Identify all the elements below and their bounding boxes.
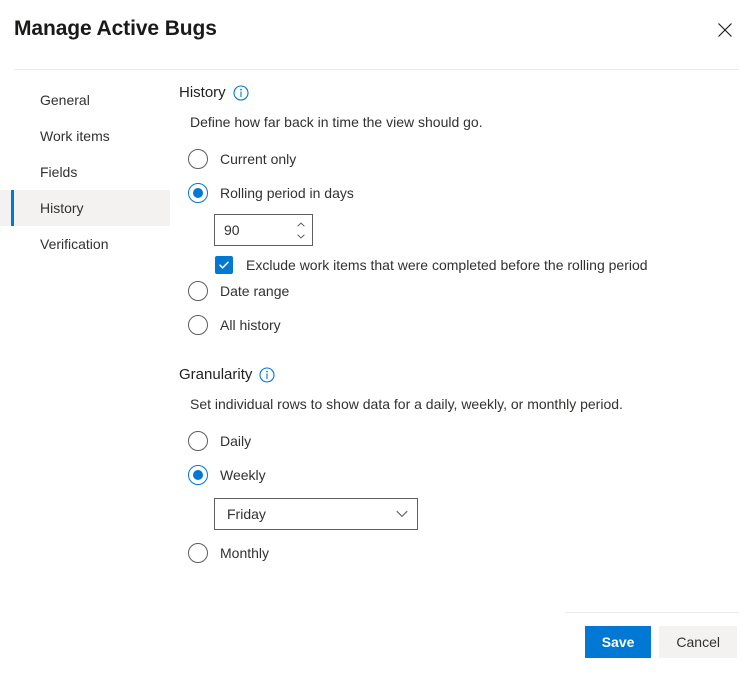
radio-label: Rolling period in days: [220, 185, 354, 201]
sidebar-item-label: General: [40, 92, 90, 108]
radio-label: Weekly: [220, 467, 266, 483]
close-icon: [717, 22, 733, 38]
granularity-section-header: Granularity: [179, 366, 739, 383]
chevron-up-icon[interactable]: [297, 222, 305, 227]
radio-icon: [188, 543, 208, 563]
chevron-down-icon: [396, 508, 408, 520]
dialog-footer: Save Cancel: [0, 600, 753, 684]
save-button[interactable]: Save: [585, 626, 652, 658]
info-icon[interactable]: [233, 85, 249, 101]
sidebar-item-label: Verification: [40, 236, 108, 252]
radio-daily[interactable]: Daily: [188, 424, 739, 458]
close-button[interactable]: [703, 8, 747, 52]
footer-divider: [565, 612, 739, 613]
radio-icon-selected: [188, 183, 208, 203]
dialog-body: General Work items Fields History Verifi…: [0, 70, 753, 600]
history-description: Define how far back in time the view sho…: [190, 114, 739, 130]
rolling-days-arrows: [292, 215, 312, 245]
cancel-button[interactable]: Cancel: [659, 626, 737, 658]
granularity-options: Daily Weekly Friday Monthly: [188, 424, 739, 570]
sidebar-item-label: History: [40, 200, 84, 216]
granularity-section-title: Granularity: [179, 366, 252, 383]
sidebar-item-work-items[interactable]: Work items: [0, 118, 170, 154]
sidebar-item-verification[interactable]: Verification: [0, 226, 170, 262]
sidebar-nav: General Work items Fields History Verifi…: [0, 82, 170, 262]
sidebar-item-general[interactable]: General: [0, 82, 170, 118]
settings-content: History Define how far back in time the …: [179, 70, 739, 570]
history-section-title: History: [179, 84, 226, 101]
radio-rolling-period[interactable]: Rolling period in days: [188, 176, 739, 210]
rolling-days-stepper[interactable]: 90: [214, 214, 313, 246]
exclude-completed-checkbox[interactable]: Exclude work items that were completed b…: [215, 256, 739, 274]
chevron-down-icon[interactable]: [297, 234, 305, 239]
radio-label: Current only: [220, 151, 296, 167]
radio-icon: [188, 149, 208, 169]
sidebar-item-fields[interactable]: Fields: [0, 154, 170, 190]
weekday-dropdown-value: Friday: [227, 506, 396, 522]
weekday-dropdown[interactable]: Friday: [214, 498, 418, 530]
radio-weekly[interactable]: Weekly: [188, 458, 739, 492]
radio-icon: [188, 315, 208, 335]
radio-icon: [188, 281, 208, 301]
sidebar-item-history[interactable]: History: [0, 190, 170, 226]
radio-icon-selected: [188, 465, 208, 485]
radio-label: All history: [220, 317, 281, 333]
info-icon[interactable]: [259, 367, 275, 383]
radio-label: Monthly: [220, 545, 269, 561]
dialog-header: Manage Active Bugs: [0, 0, 753, 69]
sidebar-item-label: Work items: [40, 128, 110, 144]
radio-current-only[interactable]: Current only: [188, 142, 739, 176]
footer-button-group: Save Cancel: [585, 626, 737, 658]
checkbox-label: Exclude work items that were completed b…: [246, 257, 648, 273]
history-options: Current only Rolling period in days 90: [188, 142, 739, 342]
radio-label: Daily: [220, 433, 251, 449]
checkbox-icon-checked: [215, 256, 233, 274]
granularity-description: Set individual rows to show data for a d…: [190, 396, 739, 412]
radio-icon: [188, 431, 208, 451]
history-section-header: History: [179, 84, 739, 101]
sidebar-item-label: Fields: [40, 164, 77, 180]
radio-monthly[interactable]: Monthly: [188, 536, 739, 570]
radio-date-range[interactable]: Date range: [188, 274, 739, 308]
rolling-days-value[interactable]: 90: [215, 215, 292, 245]
page-title: Manage Active Bugs: [14, 17, 217, 41]
radio-all-history[interactable]: All history: [188, 308, 739, 342]
radio-label: Date range: [220, 283, 289, 299]
